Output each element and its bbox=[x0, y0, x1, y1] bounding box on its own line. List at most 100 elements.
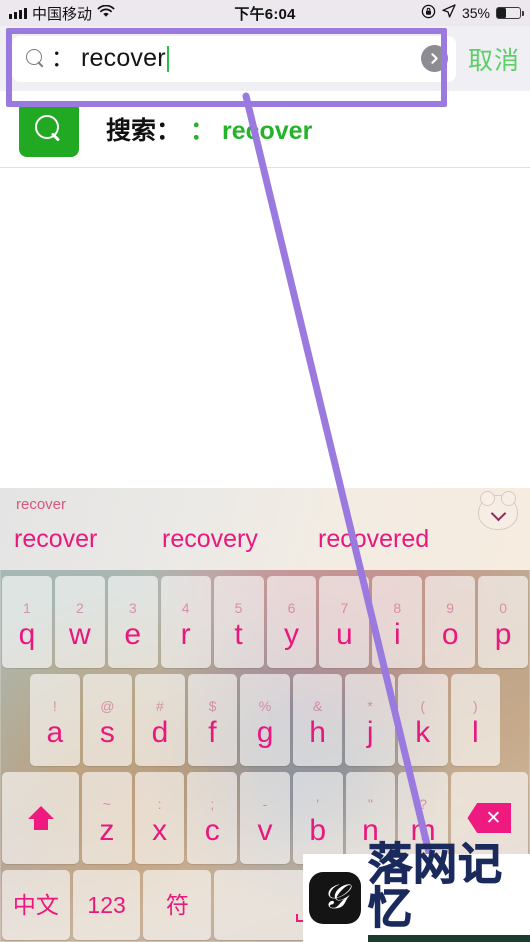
key-hint: ~ bbox=[102, 795, 111, 812]
key-f[interactable]: $ f bbox=[187, 674, 238, 766]
suggestion-label: 搜索： bbox=[106, 117, 182, 145]
search-input[interactable]: ： recover bbox=[12, 35, 456, 82]
key-hint: ; bbox=[210, 795, 215, 812]
search-go-button[interactable] bbox=[420, 45, 448, 72]
search-bar: ： recover 取消 bbox=[0, 26, 530, 91]
candidate-item[interactable]: recover bbox=[14, 525, 97, 554]
key-label: t bbox=[234, 617, 243, 651]
key-label: v bbox=[257, 813, 273, 847]
key-hint: * bbox=[367, 697, 373, 714]
search-suggestion-row[interactable]: 搜索： ： recover bbox=[0, 91, 530, 168]
key-hint: 7 bbox=[340, 599, 349, 616]
shift-key[interactable] bbox=[2, 772, 80, 864]
key-l[interactable]: ) l bbox=[450, 674, 501, 766]
key-x[interactable]: :x bbox=[134, 772, 185, 864]
key-hint: # bbox=[156, 697, 164, 714]
key-label: z bbox=[99, 813, 115, 847]
key-label: y bbox=[283, 617, 299, 651]
shift-arrow-icon bbox=[27, 805, 54, 831]
key-hint: 0 bbox=[499, 599, 507, 616]
key-t[interactable]: 5t bbox=[213, 576, 264, 668]
key-label: w bbox=[69, 617, 91, 651]
keyboard-row-2: ! a @ s # d $ f % g & h * j (k ) l bbox=[0, 674, 530, 766]
suggestion-search-button[interactable] bbox=[19, 101, 79, 157]
search-icon bbox=[35, 115, 63, 143]
key-label: 符 bbox=[165, 891, 189, 918]
candidate-item[interactable]: recovery bbox=[162, 525, 258, 554]
key-label: r bbox=[180, 617, 191, 651]
search-icon bbox=[26, 49, 45, 68]
key-hint: - bbox=[262, 795, 268, 812]
cancel-button[interactable]: 取消 bbox=[468, 41, 520, 77]
candidate-item[interactable]: recovered bbox=[318, 525, 429, 554]
phone-screen: 中国移动 下午6:04 35% ： recover 取消 搜索： ： recov… bbox=[0, 0, 530, 942]
key-hint: @ bbox=[100, 697, 115, 714]
key-hint: ( bbox=[420, 697, 426, 714]
swan-logo-icon: 𝒢 bbox=[309, 872, 361, 924]
chevron-down-icon bbox=[491, 505, 506, 520]
key-hint: " bbox=[367, 795, 373, 812]
key-label: c bbox=[204, 813, 220, 847]
search-colon: ： bbox=[51, 45, 74, 71]
key-label: h bbox=[309, 715, 326, 749]
key-hint: ) bbox=[472, 697, 478, 714]
key-c[interactable]: ; c bbox=[187, 772, 238, 864]
key-v[interactable]: -v bbox=[240, 772, 290, 864]
key-p[interactable]: 0p bbox=[478, 576, 529, 668]
suggestion-query: ： recover bbox=[190, 117, 313, 145]
keyboard-row-1: 1q 2w 3e 4r 5t 6y 7u 8i 9o 0p bbox=[0, 576, 530, 668]
watermark-brand: 落网记忆 bbox=[368, 838, 503, 934]
key-hint: 2 bbox=[75, 599, 84, 616]
key-label: p bbox=[494, 617, 512, 651]
key-label: a bbox=[46, 715, 64, 749]
key-d[interactable]: # d bbox=[135, 674, 185, 766]
key-label: l bbox=[471, 715, 479, 749]
key-r[interactable]: 4r bbox=[160, 576, 211, 668]
key-hint: 5 bbox=[234, 599, 243, 616]
key-o[interactable]: 9o bbox=[425, 576, 476, 668]
key-hint: : bbox=[157, 795, 162, 812]
key-hint: & bbox=[312, 697, 323, 714]
results-area bbox=[0, 168, 530, 488]
candidate-collapse-button[interactable] bbox=[478, 491, 518, 530]
key-u[interactable]: 7u bbox=[319, 576, 370, 668]
key-label: u bbox=[336, 617, 353, 651]
battery-percent-label: 35% bbox=[461, 5, 490, 21]
numbers-key[interactable]: 123 bbox=[72, 870, 141, 940]
watermark-url: www.oooc.cn bbox=[368, 934, 530, 942]
key-hint: 4 bbox=[181, 599, 190, 616]
key-label: 中文 bbox=[12, 891, 59, 918]
key-s[interactable]: @ s bbox=[82, 674, 133, 766]
key-j[interactable]: * j bbox=[345, 674, 395, 766]
key-y[interactable]: 6y bbox=[266, 576, 317, 668]
symbols-key[interactable]: 符 bbox=[143, 870, 212, 940]
key-i[interactable]: 8i bbox=[372, 576, 423, 668]
key-label: s bbox=[99, 715, 115, 749]
key-z[interactable]: ~ z bbox=[82, 772, 132, 864]
rotation-lock-icon bbox=[421, 4, 436, 23]
key-g[interactable]: % g bbox=[240, 674, 290, 766]
key-label: f bbox=[208, 715, 217, 749]
key-label: q bbox=[18, 617, 36, 651]
key-label: x bbox=[152, 813, 168, 847]
key-label: 123 bbox=[87, 891, 126, 918]
key-h[interactable]: & h bbox=[292, 674, 343, 766]
key-a[interactable]: ! a bbox=[30, 674, 80, 766]
key-b[interactable]: ' b bbox=[292, 772, 343, 864]
key-e[interactable]: 3e bbox=[107, 576, 158, 668]
key-k[interactable]: (k bbox=[397, 674, 448, 766]
key-label: b bbox=[309, 813, 327, 847]
chevron-right-icon bbox=[431, 53, 438, 64]
key-label: k bbox=[415, 715, 431, 749]
key-hint: 8 bbox=[393, 599, 402, 616]
key-label: g bbox=[256, 715, 274, 749]
key-label: o bbox=[441, 617, 459, 651]
key-hint: ! bbox=[52, 697, 57, 714]
candidate-list: recover recovery recovered bbox=[0, 516, 530, 562]
key-hint: 6 bbox=[287, 599, 296, 616]
key-q[interactable]: 1q bbox=[2, 576, 52, 668]
watermark: 𝒢 落网记忆 www.oooc.cn bbox=[303, 842, 530, 942]
key-label: j bbox=[366, 715, 374, 749]
language-key-chinese[interactable]: 中文 bbox=[2, 870, 70, 940]
key-w[interactable]: 2w bbox=[54, 576, 105, 668]
